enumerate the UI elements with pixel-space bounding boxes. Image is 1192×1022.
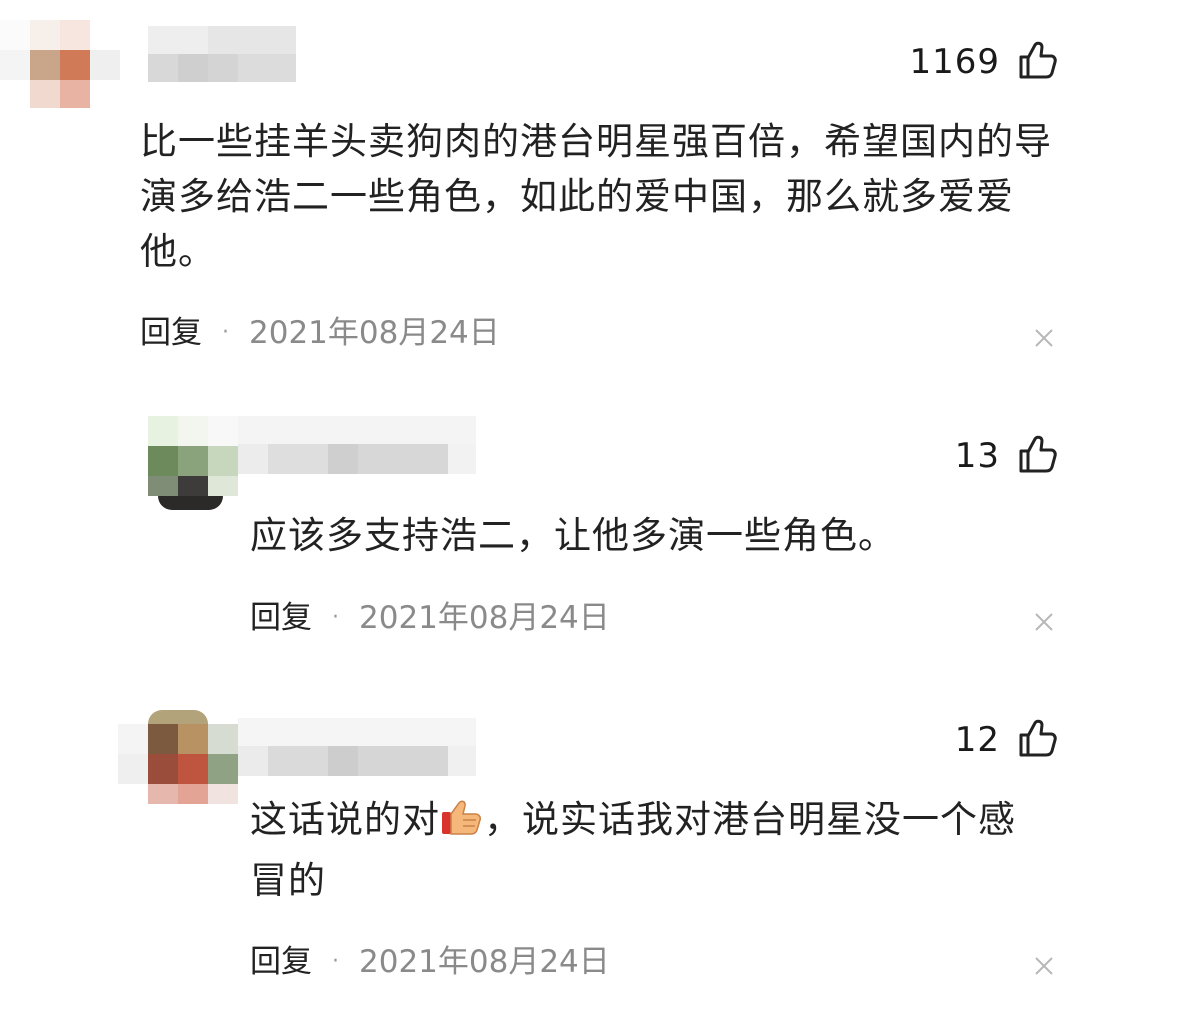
comment-date: 2021年08月24日 [359,944,610,980]
reply-button[interactable]: 回复 [140,313,202,353]
reply-button[interactable]: 回复 [250,598,312,638]
comment-meta: 回复 · 2021年08月24日 [140,313,500,353]
close-icon[interactable] [1034,956,1056,978]
close-icon[interactable] [1034,612,1056,634]
thumbs-up-emoji-icon [440,798,484,853]
username-blurred[interactable] [238,416,476,474]
separator-dot: · [222,320,229,345]
comment-1: 1169 比一些挂羊头卖狗肉的港台明星强百倍，希望国内的导演多给浩二一些角色，如… [0,0,1192,380]
comment-text-part: 这话说的对 [250,798,440,841]
separator-dot: · [332,605,339,630]
comment-meta: 回复 · 2021年08月24日 [250,942,610,982]
avatar[interactable] [148,416,238,510]
close-icon[interactable] [1034,328,1056,350]
comment-text: 比一些挂羊头卖狗肉的港台明星强百倍，希望国内的导演多给浩二一些角色，如此的爱中国… [140,120,1052,273]
avatar[interactable] [0,20,120,108]
comment-2: 13 应该多支持浩二，让他多演一些角色。 回复 · 2021年08月24日 [0,380,1192,680]
username-blurred[interactable] [238,718,476,776]
thumbs-up-icon[interactable] [1018,40,1058,80]
comment-3: 12 这话说的对 ，说实话我对港台明星没一个感冒的 回复 · 2021年08月24… [0,680,1192,1022]
comment-text: 这话说的对 ，说实话我对港台明星没一个感冒的 [250,792,1050,908]
like-count: 12 [954,720,1000,760]
comment-text: 应该多支持浩二，让他多演一些角色。 [250,514,896,557]
comment-meta: 回复 · 2021年08月24日 [250,598,610,638]
username-blurred[interactable] [148,26,296,82]
reply-button[interactable]: 回复 [250,942,312,982]
thumbs-up-icon[interactable] [1018,718,1058,758]
like-count: 1169 [909,42,1000,82]
thumbs-up-icon[interactable] [1018,434,1058,474]
separator-dot: · [332,949,339,974]
comment-date: 2021年08月24日 [249,315,500,351]
like-count: 13 [954,436,1000,476]
comment-date: 2021年08月24日 [359,600,610,636]
avatar[interactable] [118,710,238,804]
